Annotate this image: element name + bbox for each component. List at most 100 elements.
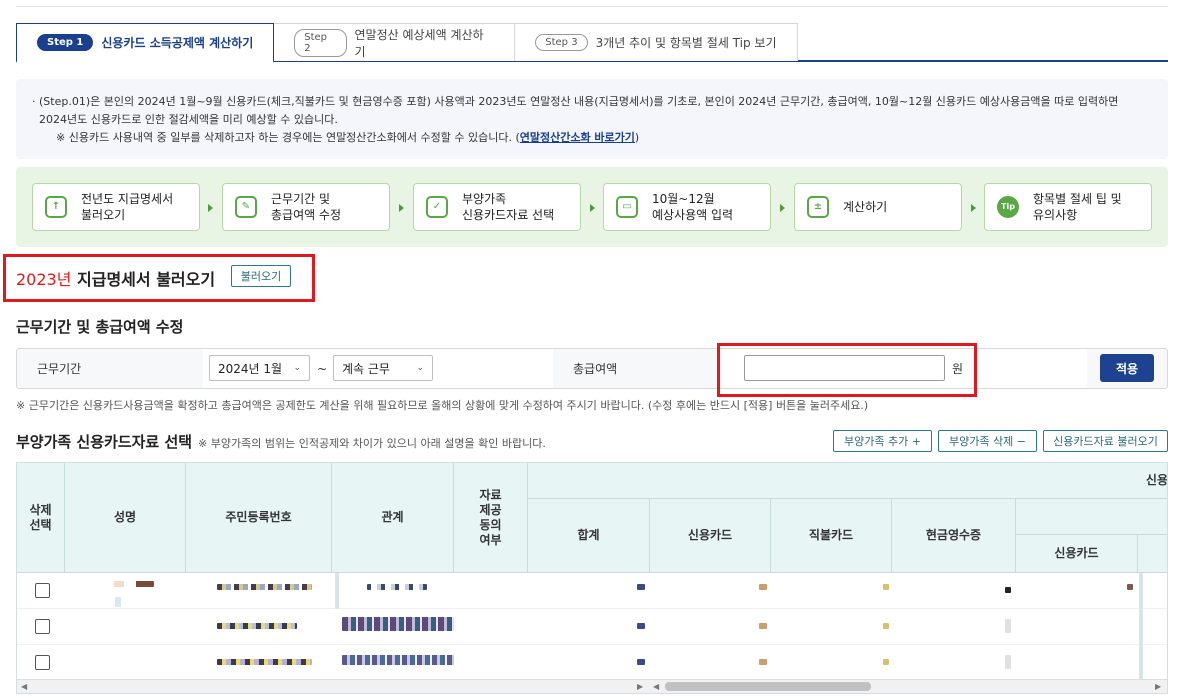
table-row [17, 573, 1167, 609]
load-card-data-button[interactable]: 신용카드자료 불러오기 [1043, 430, 1168, 452]
masked-value [883, 584, 889, 590]
masked-relation [367, 584, 427, 590]
masked-rrn [217, 584, 312, 590]
load-button[interactable]: 불러오기 [231, 265, 291, 287]
horizontal-scrollbar[interactable]: ◀ ▶ ◀ ▶ [17, 679, 1167, 693]
chevron-down-icon: ⌄ [293, 363, 301, 373]
row-checkbox[interactable] [35, 619, 50, 634]
flow-step-expected[interactable]: ▭ 10월~12월 예상사용액 입력 [603, 183, 771, 231]
flow-step-tips[interactable]: Tip 항목별 절세 팁 및 유의사항 [984, 183, 1152, 231]
masked-value [637, 623, 645, 629]
flow-label: 총급여액 수정 [271, 208, 342, 222]
masked-value [759, 584, 767, 590]
delete-dependent-button[interactable]: 부양가족 삭제 − [938, 430, 1037, 452]
flow-step-edit[interactable]: ✎ 근무기간 및 총급여액 수정 [222, 183, 390, 231]
header-debit: 직불카드 [771, 499, 892, 573]
scrollbar-thumb[interactable] [665, 682, 871, 691]
select-value: 계속 근무 [342, 361, 390, 376]
tab-label: 3개년 추이 및 항목별 절세 Tip 보기 [595, 36, 777, 50]
arrow-right-icon [590, 204, 595, 212]
masked-value [759, 623, 767, 629]
period-label: 근무기간 [37, 362, 82, 376]
apply-button[interactable]: 적용 [1100, 354, 1154, 382]
masked-value [637, 659, 645, 665]
tilde: ~ [317, 361, 328, 376]
tab-step-2[interactable]: Step 2 연말정산 예상세액 계산하기 [273, 23, 516, 61]
masked-value [637, 584, 645, 590]
scroll-left-icon[interactable]: ◀ [21, 682, 27, 691]
masked-rrn [217, 659, 312, 665]
header-subgroup [1016, 499, 1167, 535]
notice-line-3: ※ 신용카드 사용내역 중 일부를 삭제하고자 하는 경우에는 연말정산간소화에… [32, 129, 1152, 147]
scroll-shadow [335, 573, 339, 609]
flow-label: 부양가족 [462, 192, 507, 206]
row-checkbox[interactable] [35, 583, 50, 598]
masked-name [114, 581, 154, 587]
calculator-icon: ± [807, 196, 829, 218]
flow-step-calculate[interactable]: ± 계산하기 [794, 183, 962, 231]
notice-text: ※ 신용카드 사용내역 중 일부를 삭제하고자 하는 경우에는 연말정산간소화에… [56, 131, 520, 144]
header-name: 성명 [65, 463, 186, 573]
arrow-right-icon [780, 204, 785, 212]
scroll-right-icon[interactable]: ▶ [637, 682, 643, 691]
table-row [17, 609, 1167, 645]
tab-step-1[interactable]: Step 1 신용카드 소득공제액 계산하기 [16, 23, 275, 63]
scroll-shadow [1139, 645, 1143, 681]
header-total: 합계 [528, 499, 650, 573]
period-note: ※ 근무기간은 신용카드사용금액을 확정하고 총급여액은 공제한도 계산을 위해… [16, 399, 869, 412]
process-flow: ↑ 전년도 지급명세서불러오기 ✎ 근무기간 및 총급여액 수정 ✓ 부양가족신용… [16, 167, 1168, 247]
highlight-box [717, 343, 977, 397]
title-text: 부양가족 신용카드자료 선택 [16, 433, 193, 451]
edit-doc-icon: ✎ [235, 196, 257, 218]
flow-step-load[interactable]: ↑ 전년도 지급명세서불러오기 [32, 183, 200, 231]
header-relation: 관계 [332, 463, 454, 573]
header-rrn: 주민등록번호 [186, 463, 332, 573]
masked-value [1005, 655, 1011, 669]
masked-name [115, 597, 121, 607]
flow-step-dependents[interactable]: ✓ 부양가족신용카드자료 선택 [413, 183, 581, 231]
masked-value [1005, 619, 1011, 633]
header-sub-credit: 신용카드 [1016, 535, 1138, 573]
flow-label: 신용카드자료 선택 [462, 208, 555, 222]
flow-label: 불러오기 [81, 208, 126, 222]
start-month-select[interactable]: 2024년 1월 ⌄ [209, 355, 310, 381]
upload-doc-icon: ↑ [45, 196, 67, 218]
table-row [17, 645, 1167, 681]
simplified-link[interactable]: 연말정산간소화 바로가기 [520, 131, 635, 144]
arrow-right-icon [399, 204, 404, 212]
select-value: 2024년 1월 [218, 361, 283, 376]
end-select[interactable]: 계속 근무 ⌄ [333, 355, 433, 381]
salary-label: 총급여액 [573, 362, 618, 376]
tab-label: 연말정산 예상세액 계산하기 [354, 27, 484, 59]
row-checkbox[interactable] [35, 655, 50, 670]
masked-value [883, 623, 889, 629]
scroll-left-icon[interactable]: ◀ [653, 682, 659, 691]
step-badge: Step 3 [535, 34, 588, 51]
monitor-icon: ▭ [616, 196, 638, 218]
masked-value [1005, 587, 1011, 593]
header-consent: 자료 제공 동의 여부 [454, 463, 528, 573]
masked-relation [342, 617, 454, 631]
period-form-row: 근무기간 2024년 1월 ⌄ ~ 계속 근무 ⌄ 총급여액 원 적용 [16, 348, 1168, 389]
header-cash: 현금영수증 [892, 499, 1016, 573]
dependents-subtitle: ※ 부양가족의 범위는 인적공제와 차이가 있으니 아래 설명을 확인 바랍니다… [198, 437, 546, 450]
add-dependent-button[interactable]: 부양가족 추가 + [833, 430, 932, 452]
masked-rrn [217, 623, 297, 629]
header-delete: 삭제 선택 [17, 463, 65, 573]
period-section-title: 근무기간 및 총급여액 수정 [16, 318, 184, 336]
title-text: 지급명세서 불러오기 [71, 270, 216, 289]
chevron-down-icon: ⌄ [416, 363, 424, 373]
flow-label: 전년도 지급명세서 [81, 192, 174, 206]
scroll-right-icon[interactable]: ▶ [1155, 682, 1161, 691]
flow-label: 항목별 절세 팁 및 [1033, 192, 1122, 206]
notice-line-2: 2024년도 신용카드로 인한 절감세액을 미리 예상할 수 있습니다. [39, 113, 338, 126]
step-tabs: Step 1 신용카드 소득공제액 계산하기 Step 2 연말정산 예상세액 … [16, 23, 1168, 63]
masked-value [883, 659, 889, 665]
check-doc-icon: ✓ [426, 196, 448, 218]
flow-label: 10월~12월 [652, 192, 715, 206]
tab-step-3[interactable]: Step 3 3개년 추이 및 항목별 절세 Tip 보기 [514, 23, 799, 61]
dependents-title: 부양가족 신용카드자료 선택 ※ 부양가족의 범위는 인적공제와 차이가 있으니 … [16, 431, 546, 452]
header-group: 신용 [528, 463, 1167, 499]
scroll-shadow [1139, 609, 1143, 645]
top-divider [16, 6, 1168, 7]
